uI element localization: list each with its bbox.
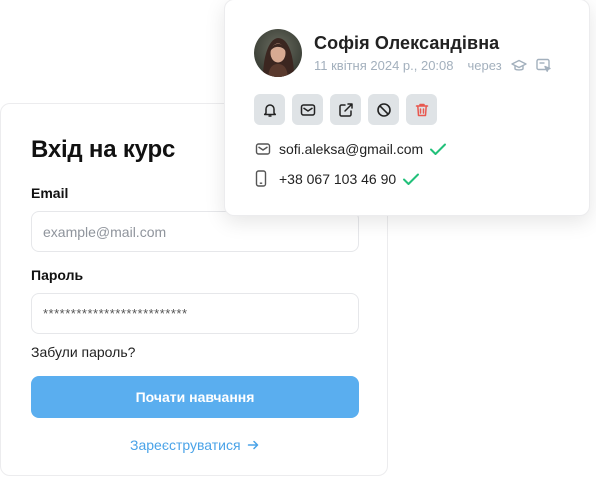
user-email: sofi.aleksa@gmail.com xyxy=(279,141,424,157)
mail-icon xyxy=(300,103,316,117)
user-meta: 11 квітня 2024 р., 20:08 через xyxy=(314,58,552,73)
login-title: Вхід на курс xyxy=(31,136,176,163)
email-row: sofi.aleksa@gmail.com xyxy=(255,141,447,157)
start-learning-button[interactable]: Почати навчання xyxy=(31,376,359,418)
forgot-password-link[interactable]: Забули пароль? xyxy=(31,344,135,360)
register-label: Зареєструватися xyxy=(130,437,241,453)
login-form-icon xyxy=(535,58,552,73)
user-actions xyxy=(254,94,437,125)
password-label: Пароль xyxy=(31,267,84,283)
verified-check-icon xyxy=(429,142,447,156)
avatar xyxy=(254,29,302,77)
user-name: Софія Олександівна xyxy=(314,33,500,53)
password-field[interactable] xyxy=(31,293,359,334)
open-profile-button[interactable] xyxy=(330,94,361,125)
register-link[interactable]: Зареєструватися xyxy=(130,437,259,453)
via-label: через xyxy=(467,58,502,73)
send-email-button[interactable] xyxy=(292,94,323,125)
registration-date: 11 квітня 2024 р., 20:08 xyxy=(314,58,454,73)
notify-button[interactable] xyxy=(254,94,285,125)
phone-icon xyxy=(255,170,273,187)
external-link-icon xyxy=(338,102,354,118)
verified-check-icon xyxy=(402,172,420,186)
trash-icon xyxy=(414,102,430,118)
email-field[interactable] xyxy=(31,211,359,252)
arrow-right-icon xyxy=(247,439,259,451)
bell-icon xyxy=(262,102,278,118)
phone-row: +38 067 103 46 90 xyxy=(255,170,420,187)
block-user-button[interactable] xyxy=(368,94,399,125)
delete-user-button[interactable] xyxy=(406,94,437,125)
email-label: Email xyxy=(31,185,69,201)
block-icon xyxy=(376,102,392,118)
user-phone: +38 067 103 46 90 xyxy=(279,170,397,187)
user-profile-card: Софія Олександівна 11 квітня 2024 р., 20… xyxy=(224,0,590,216)
mail-icon xyxy=(255,142,273,156)
graduation-cap-icon xyxy=(510,59,527,73)
